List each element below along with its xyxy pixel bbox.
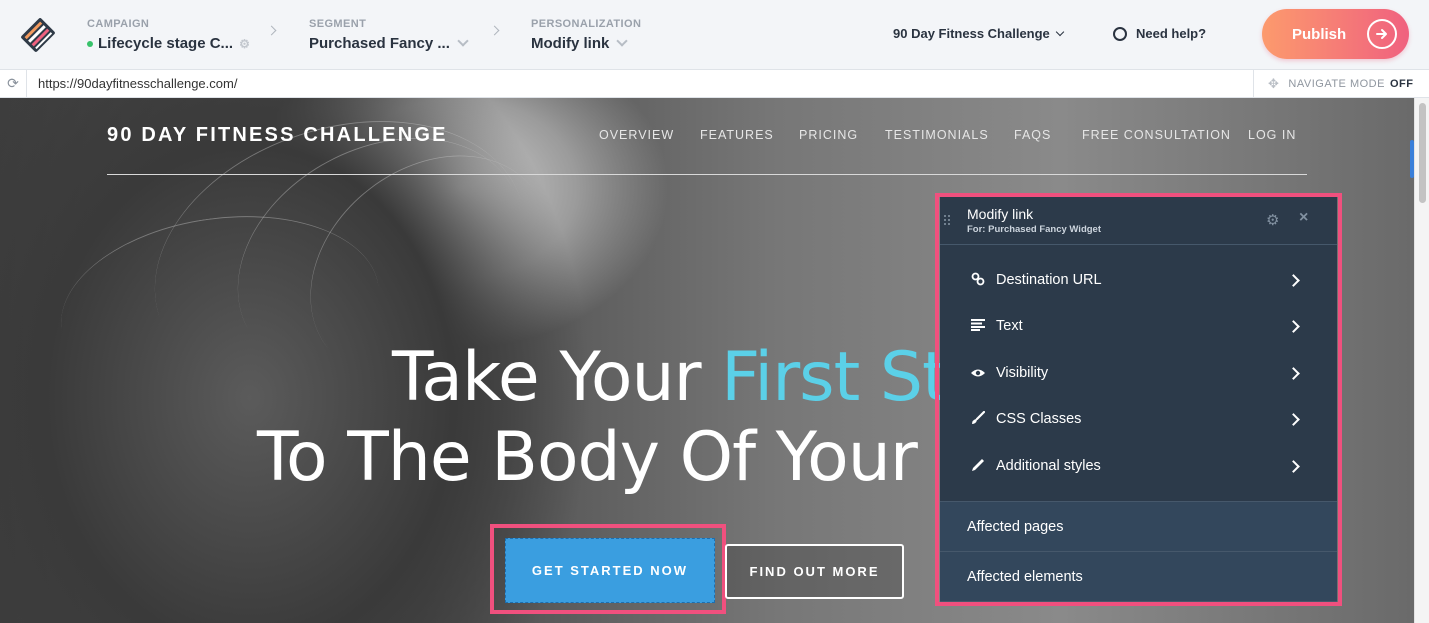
menu-item-visibility[interactable]: Visibility [940,350,1337,396]
url-input[interactable]: https://90dayfitnesschallenge.com/ [38,76,237,91]
chevron-right-icon [1287,412,1300,426]
navigate-mode-toggle[interactable]: ✥ NAVIGATE MODE OFF [1253,70,1429,97]
segment-value: Purchased Fancy ... [309,35,450,52]
chevron-right-icon [489,25,500,36]
navigate-mode-label: NAVIGATE MODE [1288,77,1385,90]
nav-features[interactable]: FEATURES [700,128,774,142]
help-link[interactable]: Need help? [1113,26,1206,41]
menu-item-additional-styles[interactable]: Additional styles [940,443,1337,489]
chevron-right-icon [1287,366,1300,380]
panel-header: Modify link For: Purchased Fancy Widget … [940,197,1337,245]
arrow-right-icon [1367,19,1397,49]
menu-item-css-classes[interactable]: CSS Classes [940,396,1337,442]
top-bar: CAMPAIGN Lifecycle stage C... ⚙ SEGMENT … [0,0,1429,70]
pencil-icon [969,458,987,475]
link-icon [969,272,987,289]
get-started-button[interactable]: GET STARTED NOW [505,538,715,603]
menu-item-label: Visibility [996,365,1049,381]
menu-item-label: Additional styles [996,458,1101,474]
chevron-right-icon [1287,273,1300,287]
publish-label: Publish [1292,25,1347,43]
status-dot-icon [87,40,93,47]
navigate-mode-state: OFF [1389,77,1414,90]
panel-subtitle: For: Purchased Fancy Widget [967,224,1101,235]
find-out-more-button[interactable]: FIND OUT MORE [725,544,904,599]
panel-title: Modify link [967,206,1034,222]
menu-item-destination-url[interactable]: Destination URL [940,257,1337,303]
gear-icon[interactable]: ⚙ [1266,211,1279,229]
segment-label: SEGMENT [309,18,367,30]
gear-icon[interactable]: ⚙ [239,37,250,51]
nav-overview[interactable]: OVERVIEW [599,128,674,142]
lifebuoy-icon [1113,26,1127,41]
nav-log-in[interactable]: LOG IN [1248,128,1296,142]
nav-testimonials[interactable]: TESTIMONIALS [885,128,989,142]
scrollbar[interactable] [1414,98,1429,623]
url-bar: ⟳ https://90dayfitnesschallenge.com/ ✥ N… [0,70,1429,98]
help-label: Need help? [1136,26,1207,41]
page-select-label: 90 Day Fitness Challenge [893,26,1050,41]
nav-faqs[interactable]: FAQS [1014,128,1051,142]
close-icon[interactable]: × [1299,209,1308,227]
site-logo[interactable]: 90 DAY FITNESS CHALLENGE [107,124,448,147]
text-align-icon [969,318,987,334]
app-logo[interactable] [18,16,58,54]
drag-handle-icon[interactable] [944,215,952,227]
chevron-right-icon [1287,459,1300,473]
chevron-down-icon [457,35,469,47]
personalization-label: PERSONALIZATION [531,18,642,30]
publish-button[interactable]: Publish [1262,9,1409,59]
menu-item-label: Destination URL [996,272,1102,288]
menu-item-text[interactable]: Text [940,303,1337,349]
menu-item-label: Text [996,318,1023,334]
affected-elements-section[interactable]: Affected elements [940,552,1337,602]
crosshair-icon: ✥ [1268,75,1280,91]
segment-crumb[interactable]: SEGMENT Purchased Fancy ... [309,18,469,52]
scrollbar-thumb[interactable] [1419,103,1426,203]
nav-divider [107,174,1307,175]
modify-link-panel: Modify link For: Purchased Fancy Widget … [940,197,1337,602]
brush-icon [969,410,987,428]
nav-free-consultation[interactable]: FREE CONSULTATION [1082,128,1231,142]
hero-text: Take Your [392,338,722,417]
chevron-right-icon [266,25,277,36]
campaign-crumb[interactable]: CAMPAIGN Lifecycle stage C... ⚙ [87,18,250,52]
chevron-down-icon [1055,27,1065,36]
nav-pricing[interactable]: PRICING [799,128,858,142]
hero-heading-line-2: To The Body Of Your D [257,418,990,497]
chevron-down-icon [616,35,629,47]
personalization-value: Modify link [531,35,610,52]
menu-item-label: CSS Classes [996,411,1082,427]
refresh-icon[interactable]: ⟳ [0,70,27,97]
eye-icon [969,365,987,381]
chevron-right-icon [1287,319,1300,333]
personalization-crumb[interactable]: PERSONALIZATION Modify link [531,18,641,52]
campaign-value: Lifecycle stage C... [98,35,234,52]
hero-heading-line-1: Take Your First St [392,338,949,417]
campaign-label: CAMPAIGN [87,18,150,30]
page-select-dropdown[interactable]: 90 Day Fitness Challenge [893,26,1065,41]
hero-accent-text: First St [721,338,949,417]
affected-pages-section[interactable]: Affected pages [940,502,1337,552]
